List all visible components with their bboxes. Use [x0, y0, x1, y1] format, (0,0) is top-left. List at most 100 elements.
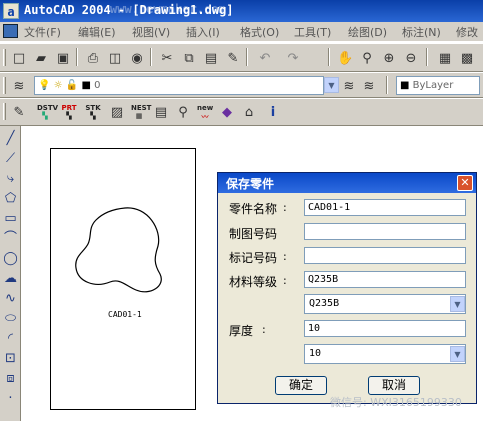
plot-preview-icon[interactable]: ◫ [106, 49, 124, 66]
drawing-number-field[interactable] [304, 223, 466, 240]
toolbar-grip[interactable] [3, 49, 6, 66]
material-grade-selected: Q235B [309, 298, 340, 309]
mark-number-field[interactable] [304, 247, 466, 264]
nest-icon[interactable]: NEST ▦ [130, 103, 151, 120]
menu-insert[interactable]: 插入(I) [186, 24, 220, 40]
menu-dimension[interactable]: 标注(N) [402, 24, 441, 40]
material-grade-select[interactable]: Q235B [304, 294, 466, 314]
zoom-window-icon[interactable]: ⊕ [380, 49, 398, 66]
ok-button[interactable]: 确定 [275, 376, 327, 395]
layer-combo[interactable]: 💡 ☼ 🔓 ■ 0 [34, 76, 324, 95]
stk-icon[interactable]: STK ▚ [84, 103, 102, 120]
menu-file[interactable]: 文件(F) [24, 24, 61, 40]
thickness-field[interactable]: 10 [304, 320, 466, 337]
make-object-layer-current-icon[interactable]: ≋ [340, 77, 358, 94]
chevron-down-icon[interactable]: ▼ [450, 296, 465, 312]
cancel-button[interactable]: 取消 [368, 376, 420, 395]
color-swatch-icon: ■ [400, 80, 410, 91]
make-block-icon[interactable]: ⧈ [2, 370, 19, 388]
thickness-selected: 10 [309, 348, 322, 359]
layer-color-swatch-icon: ■ [81, 80, 91, 91]
arc-icon[interactable]: ⌒ [2, 230, 19, 248]
zoom-realtime-icon[interactable]: ⚲ [358, 49, 376, 66]
menu-tools[interactable]: 工具(T) [294, 24, 331, 40]
ellipse-icon[interactable]: ⬭ [2, 310, 19, 328]
top-watermark: www.newmaker.com [110, 2, 226, 16]
thickness-select[interactable]: 10 [304, 344, 466, 364]
search-icon[interactable]: ⚲ [174, 103, 192, 120]
lock-icon: 🔓 [65, 80, 79, 91]
open-folder-icon[interactable]: ▰ [32, 49, 50, 66]
undo-icon[interactable]: ↶ [256, 49, 274, 66]
ellipse-arc-icon[interactable]: ◜ [2, 330, 19, 348]
polygon-icon[interactable]: ⬠ [2, 190, 19, 208]
toolbar-grip[interactable] [3, 77, 6, 94]
toolbar-grip[interactable] [3, 103, 6, 120]
thickness-label: 厚度 [229, 324, 254, 338]
save-icon[interactable]: ▣ [54, 49, 72, 66]
drawing-number-label: 制图号码 [229, 227, 278, 241]
menu-draw[interactable]: 绘图(D) [348, 24, 387, 40]
autocad-app-icon[interactable]: a [3, 3, 19, 19]
revision-cloud-icon[interactable]: ☁ [2, 270, 19, 288]
info-icon[interactable]: i [264, 103, 282, 120]
colon-separator: : [283, 250, 287, 263]
menu-format[interactable]: 格式(O) [240, 24, 279, 40]
toolbar-separator [426, 48, 428, 66]
toolbar-separator [328, 48, 330, 66]
spline-icon[interactable]: ∿ [2, 290, 19, 308]
pencil-tool-icon[interactable]: ✎ [10, 103, 28, 120]
copy-icon[interactable]: ⧉ [180, 49, 198, 66]
part-name-field[interactable]: CAD01-1 [304, 199, 466, 216]
prt-icon[interactable]: PRT ▚ [60, 103, 78, 120]
toolbar-separator [76, 48, 78, 66]
colon-separator: : [283, 201, 287, 214]
properties-icon[interactable]: ▦ [436, 49, 454, 66]
toolbar-separator [386, 76, 388, 94]
construction-line-icon[interactable]: ⟋ [2, 150, 19, 168]
point-icon[interactable]: · [2, 390, 19, 408]
layer-name: 0 [94, 80, 101, 91]
publish-icon[interactable]: ◉ [128, 49, 146, 66]
new-icon[interactable]: new 〰 [196, 103, 214, 121]
color-value: ByLayer [412, 80, 454, 91]
circle-icon[interactable]: ◯ [2, 250, 19, 268]
material-grade-label: 材料等级 [229, 275, 278, 289]
document-menu-icon[interactable] [3, 24, 18, 38]
new-file-icon[interactable]: □ [10, 49, 28, 66]
cut-icon[interactable]: ✂ [158, 49, 176, 66]
menu-view[interactable]: 视图(V) [132, 24, 170, 40]
dialog-title: 保存零件 [226, 177, 275, 191]
redo-icon[interactable]: ↷ [284, 49, 302, 66]
part-name-label: 零件名称 [229, 202, 278, 216]
match-properties-icon[interactable]: ✎ [224, 49, 242, 66]
edit-note-icon[interactable]: ▨ [108, 103, 126, 120]
line-icon[interactable]: ╱ [2, 130, 19, 148]
rectangle-icon[interactable]: ▭ [2, 210, 19, 228]
dstv-icon[interactable]: DSTV ▚ [36, 103, 58, 120]
chevron-down-icon[interactable]: ▼ [324, 77, 339, 93]
close-icon[interactable]: ✕ [457, 175, 473, 191]
paste-icon[interactable]: ▤ [202, 49, 220, 66]
color-combo[interactable]: ■ ByLayer [396, 76, 480, 95]
material-grade-field[interactable]: Q235B [304, 271, 466, 288]
nest-list-icon[interactable]: ▤ [152, 103, 170, 120]
print-icon[interactable]: ⎙ [84, 49, 102, 66]
insert-block-icon[interactable]: ⊡ [2, 350, 19, 368]
mark-number-label: 标记号码 [229, 251, 278, 265]
colon-separator: : [283, 274, 287, 287]
stamp-icon[interactable]: ⌂ [240, 103, 258, 120]
layer-previous-icon[interactable]: ≋ [360, 77, 378, 94]
menu-edit[interactable]: 编辑(E) [78, 24, 116, 40]
colon-separator: : [262, 323, 266, 336]
layer-manager-icon[interactable]: ≋ [10, 77, 28, 94]
polyline-icon[interactable]: ⤷ [2, 170, 19, 188]
diamond-tool-icon[interactable]: ◆ [218, 103, 236, 120]
toolbar-separator [150, 48, 152, 66]
chevron-down-icon[interactable]: ▼ [450, 346, 465, 362]
zoom-previous-icon[interactable]: ⊖ [402, 49, 420, 66]
design-center-icon[interactable]: ▩ [458, 49, 476, 66]
menu-modify[interactable]: 修改 [456, 24, 478, 40]
pan-realtime-icon[interactable]: ✋ [336, 49, 354, 66]
part-outline[interactable] [70, 200, 170, 300]
